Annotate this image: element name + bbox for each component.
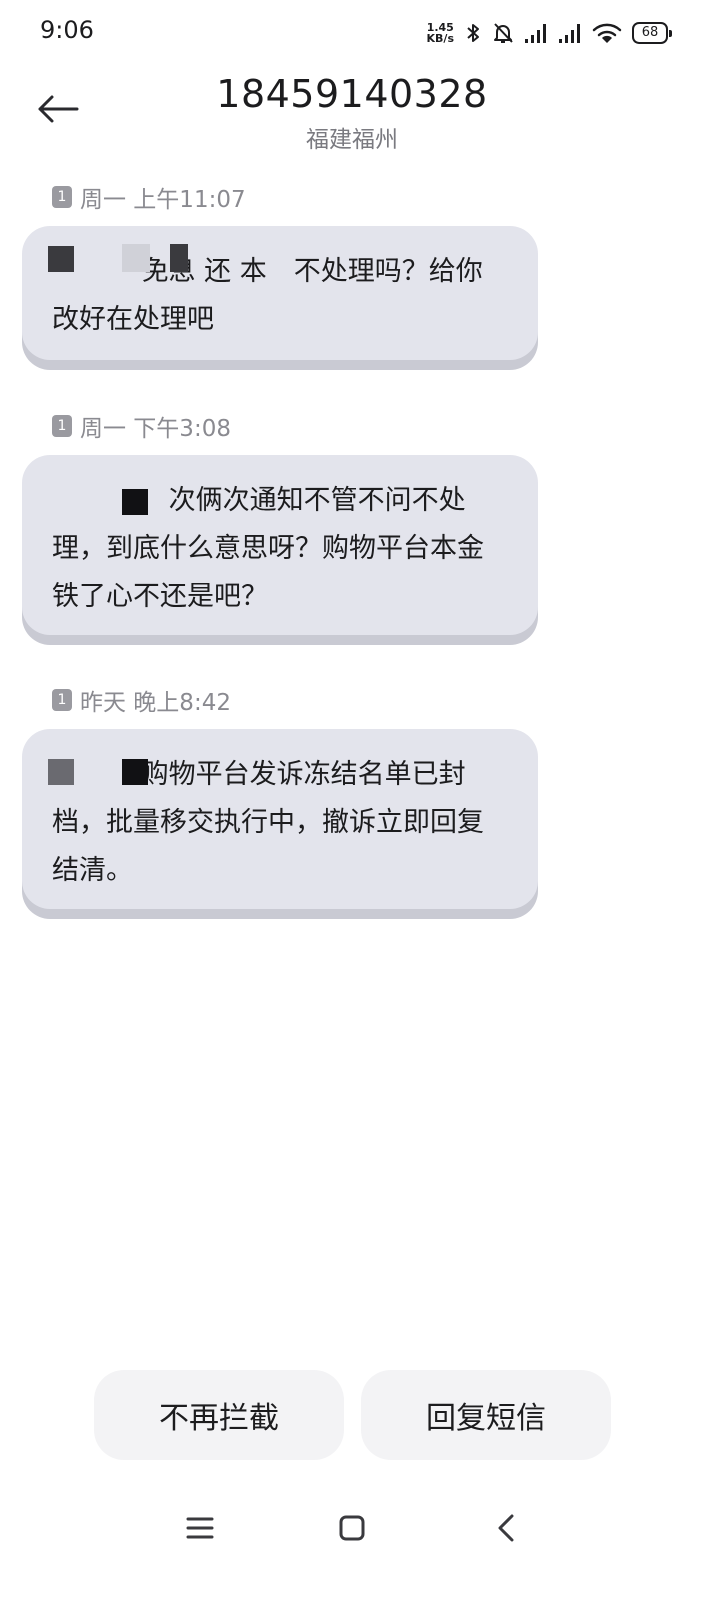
status-time: 9:06 xyxy=(40,16,94,44)
nav-home-button[interactable] xyxy=(332,1500,372,1556)
message-timestamp: 1 昨天 晚上8:42 xyxy=(52,685,231,716)
nav-back-button[interactable] xyxy=(486,1500,526,1556)
message-text: 免息 还 本 不处理吗？给你改好在处理吧 xyxy=(52,256,483,335)
message-text: 购物平台发诉冻结名单已封档，批量移交执行中，撤诉立即回复结清。 xyxy=(52,759,484,886)
status-bar: 9:06 1.45 KB/s 68 xyxy=(0,0,720,64)
signal-icon xyxy=(559,24,580,43)
redaction-mark xyxy=(170,244,188,272)
unblock-button[interactable]: 不再拦截 xyxy=(94,1370,344,1460)
sim-card-icon: 1 xyxy=(52,689,72,711)
message-bubble[interactable]: 次俩次通知不管不问不处理，到底什么意思呀？购物平台本金铁了心不还是吧？ xyxy=(22,455,538,635)
nav-menu-button[interactable] xyxy=(180,1500,220,1556)
redaction-mark xyxy=(122,759,148,785)
redaction-mark xyxy=(48,759,74,785)
home-icon xyxy=(339,1515,365,1541)
status-icons: 1.45 KB/s 68 xyxy=(427,18,672,48)
redaction-mark xyxy=(48,246,74,272)
redaction-mark xyxy=(122,489,148,515)
battery-icon: 68 xyxy=(632,22,672,44)
signal-icon xyxy=(525,24,546,43)
bluetooth-icon xyxy=(467,24,479,42)
contact-number: 18459140328 xyxy=(216,72,488,116)
message-bubble[interactable]: 购物平台发诉冻结名单已封档，批量移交执行中，撤诉立即回复结清。 xyxy=(22,729,538,909)
message-timestamp: 1 周一 上午11:07 xyxy=(52,182,246,213)
contact-location: 福建福州 xyxy=(306,127,398,153)
reply-sms-button[interactable]: 回复短信 xyxy=(361,1370,611,1460)
redaction-mark xyxy=(122,244,150,272)
mute-bell-icon xyxy=(494,23,513,43)
message-timestamp: 1 周一 下午3:08 xyxy=(52,411,231,442)
conversation-header: 18459140328 福建福州 xyxy=(0,64,720,164)
timestamp-text: 周一 上午11:07 xyxy=(80,187,246,213)
message-bubble[interactable]: 免息 还 本 不处理吗？给你改好在处理吧 xyxy=(22,226,538,360)
network-speed-unit: KB/s xyxy=(426,32,454,45)
wifi-icon xyxy=(592,23,622,43)
sim-card-icon: 1 xyxy=(52,186,72,208)
menu-icon xyxy=(186,1517,214,1539)
sim-card-icon: 1 xyxy=(52,415,72,437)
message-text: 次俩次通知不管不问不处理，到底什么意思呀？购物平台本金铁了心不还是吧？ xyxy=(52,485,484,612)
back-icon xyxy=(498,1514,514,1542)
network-speed: 1.45 KB/s xyxy=(427,22,454,44)
timestamp-text: 昨天 晚上8:42 xyxy=(80,690,231,716)
timestamp-text: 周一 下午3:08 xyxy=(80,416,231,442)
